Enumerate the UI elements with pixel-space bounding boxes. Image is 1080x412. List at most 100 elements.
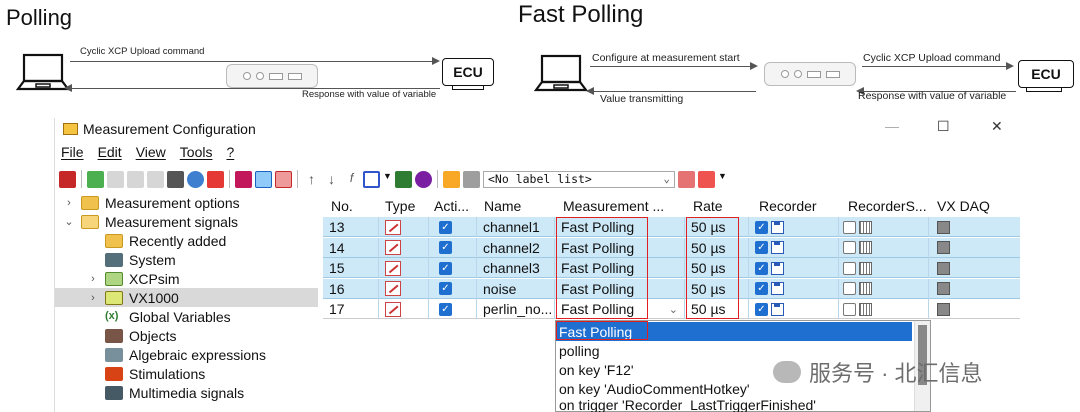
tree-item-system[interactable]: System [105,250,176,269]
checkbox-checked-icon[interactable]: ✓ [439,220,452,234]
close-button[interactable]: ✕ [991,118,1003,135]
tree-item-measurement-options[interactable]: › Measurement options [63,193,239,212]
checkbox-checked-icon[interactable]: ✓ [439,282,452,295]
copy-icon[interactable] [107,170,124,188]
group-icon[interactable] [147,170,164,188]
cell-recorder[interactable]: ✓ [749,258,839,278]
label-list-icon[interactable] [463,170,480,188]
column-header-measurement-mode[interactable]: Measurement ... [563,196,671,216]
check-icon[interactable] [395,170,412,188]
cell-recorder[interactable]: ✓ [749,217,839,237]
cell-recorder[interactable]: ✓ [749,278,839,299]
maximize-button[interactable]: ☐ [937,118,950,135]
column-header-type[interactable]: Type [385,196,433,216]
cell-recorder-state[interactable] [839,217,929,237]
delete-icon[interactable] [207,170,224,188]
table-row[interactable]: 17 ✓ perlin_no... Fast Polling ⌄ 50 µs ✓ [323,299,1020,319]
chevron-right-icon[interactable]: › [87,273,99,285]
user-icon[interactable] [415,170,432,188]
chevron-down-icon[interactable]: ▼ [718,171,727,188]
menu-help[interactable]: ? [226,144,234,164]
checkbox-checked-icon[interactable]: ✓ [755,241,768,254]
checkbox-checked-icon[interactable]: ✓ [439,241,452,254]
column-header-name[interactable]: Name [484,196,556,216]
tree-item-global-variables[interactable]: (x) Global Variables [105,307,231,326]
column-header-rate[interactable]: Rate [693,196,747,216]
table-row[interactable]: 13 ✓ channel1 Fast Polling 50 µs ✓ [323,217,1020,237]
save-icon[interactable] [363,170,380,188]
table-row[interactable]: 15 ✓ channel3 Fast Polling 50 µs ✓ [323,258,1020,278]
column-header-active[interactable]: Acti... [434,196,482,216]
cell-active[interactable]: ✓ [429,299,477,319]
checkbox-unchecked-icon[interactable] [843,241,856,254]
menu-tools[interactable]: Tools [180,144,213,164]
menu-view[interactable]: View [136,144,166,164]
checkbox-unchecked-icon[interactable] [843,261,856,275]
ecu-base [1026,88,1062,92]
checkbox-checked-icon[interactable]: ✓ [755,302,768,316]
cell-vx-daq[interactable] [929,299,1020,319]
tree-item-stimulations[interactable]: Stimulations [105,364,205,383]
cell-vx-daq[interactable] [929,217,1020,237]
label-list-select[interactable]: <No label list> ⌄ [483,170,675,188]
tree-item-vx1000[interactable]: › VX1000 [55,288,318,307]
cell-active[interactable]: ✓ [429,258,477,278]
find-icon[interactable] [167,170,184,188]
save-icon [771,282,784,295]
cell-active[interactable]: ✓ [429,278,477,299]
cell-active[interactable]: ✓ [429,237,477,258]
checkbox-checked-icon[interactable]: ✓ [755,261,768,275]
checkbox-checked-icon[interactable]: ✓ [439,302,452,316]
minimize-button[interactable]: — [885,118,899,134]
cell-vx-daq[interactable] [929,238,1020,258]
checkbox-unchecked-icon[interactable] [843,220,856,234]
cell-recorder-state[interactable] [839,299,929,319]
column-header-recorder-state[interactable]: RecorderS... [848,196,932,216]
chevron-down-icon[interactable]: ⌄ [63,215,75,228]
cell-recorder-state[interactable] [839,278,929,299]
tree-item-multimedia-signals[interactable]: Multimedia signals [105,383,244,402]
chevron-right-icon[interactable]: › [63,197,75,209]
table-row[interactable]: 14 ✓ channel2 Fast Polling 50 µs ✓ [323,237,1020,258]
chevron-down-icon[interactable]: ⌄ [669,303,678,316]
cell-active[interactable]: ✓ [429,217,477,237]
menu-file[interactable]: File [61,144,84,164]
add-signal-icon[interactable] [87,170,104,188]
exit-icon[interactable] [59,170,76,188]
checkbox-checked-icon[interactable]: ✓ [439,261,452,275]
dropdown-option-trigger[interactable]: on trigger 'Recorder_LastTriggerFinished… [556,398,912,412]
search-icon[interactable] [187,170,204,188]
config-icon[interactable] [235,170,252,188]
column-header-no[interactable]: No. [331,196,383,216]
column-header-recorder[interactable]: Recorder [759,196,839,216]
tree-item-objects[interactable]: Objects [105,326,176,345]
cell-recorder[interactable]: ✓ [749,299,839,319]
checkbox-checked-icon[interactable]: ✓ [755,220,768,234]
label-edit-icon[interactable] [698,170,715,188]
checkbox-unchecked-icon[interactable] [843,282,856,295]
chevron-right-icon[interactable]: › [87,292,99,304]
cell-vx-daq[interactable] [929,258,1020,278]
tree-item-measurement-signals[interactable]: ⌄ Measurement signals [63,212,238,231]
cell-recorder-state[interactable] [839,258,929,278]
checkbox-checked-icon[interactable]: ✓ [755,282,768,295]
paste-icon[interactable] [127,170,144,188]
label-apply-icon[interactable] [678,170,695,188]
arrow-down-icon[interactable]: ↓ [323,171,340,188]
tree-item-xcpsim[interactable]: › XCPsim [87,269,179,288]
arrow-up-icon[interactable]: ↑ [303,171,320,188]
column-header-vx-daq[interactable]: VX DAQ [937,196,1007,216]
function-icon[interactable]: f [343,171,360,188]
chevron-down-icon[interactable]: ▼ [383,171,392,188]
layout-icon[interactable] [275,170,292,188]
tree-item-recently-added[interactable]: Recently added [105,231,226,250]
menu-edit[interactable]: Edit [98,144,122,164]
label-icon[interactable] [443,170,460,188]
checkbox-unchecked-icon[interactable] [843,302,856,316]
cell-vx-daq[interactable] [929,279,1020,299]
tree-item-algebraic-expressions[interactable]: Algebraic expressions [105,345,266,364]
cell-recorder-state[interactable] [839,237,929,258]
table-row[interactable]: 16 ✓ noise Fast Polling 50 µs ✓ [323,278,1020,299]
cell-recorder[interactable]: ✓ [749,237,839,258]
view-icon[interactable] [255,170,272,188]
